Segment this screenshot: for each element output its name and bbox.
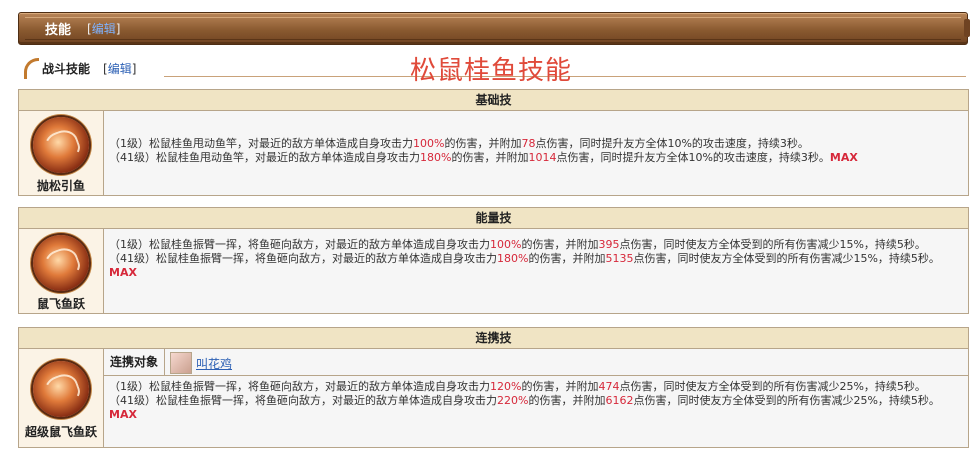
combo-partner-label: 连携对象 <box>104 349 165 375</box>
damage-percent: 220% <box>497 394 529 407</box>
damage-percent: 100% <box>413 137 445 150</box>
damage-percent: 120% <box>490 380 522 393</box>
section-edit: [编辑] <box>103 62 137 76</box>
bonus-damage: 395 <box>598 238 620 251</box>
skill-table-energy: 能量技 鼠飞鱼跃 （1级）松鼠桂鱼振臂一挥，将鱼砸向敌方，对最近的敌方单体造成自… <box>18 207 969 314</box>
banner-title: 技能 <box>45 23 72 38</box>
skill-icon-cell: 超级鼠飞鱼跃 <box>19 349 104 447</box>
partner-name-link[interactable]: 叫花鸡 <box>196 355 232 372</box>
page-heading: 松鼠桂鱼技能 <box>410 56 573 86</box>
skill-level-1-line: （1级）松鼠桂鱼甩动鱼竿，对最近的敌方单体造成自身攻击力100%的伤害，并附加7… <box>109 137 809 150</box>
skill-table-basic: 基础技 抛松引鱼 （1级）松鼠桂鱼甩动鱼竿，对最近的敌方单体造成自身攻击力100… <box>18 89 969 196</box>
skill-level-41-line: （41级）松鼠桂鱼甩动鱼竿，对最近的敌方单体造成自身攻击力180%的伤害，并附加… <box>109 151 858 164</box>
max-badge: MAX <box>829 151 858 164</box>
skill-name: 抛松引鱼 <box>36 179 85 193</box>
skill-icon <box>33 235 89 291</box>
swirl-icon <box>40 126 84 166</box>
max-badge: MAX <box>109 266 137 279</box>
skill-icon <box>33 361 89 417</box>
skill-description: （1级）松鼠桂鱼甩动鱼竿，对最近的敌方单体造成自身攻击力100%的伤害，并附加7… <box>109 137 962 165</box>
damage-percent: 180% <box>497 252 529 265</box>
swirl-icon <box>40 244 84 284</box>
banner-edit: [编辑] <box>87 22 121 36</box>
damage-percent: 100% <box>490 238 522 251</box>
skill-description: （1级）松鼠桂鱼振臂一挥，将鱼砸向敌方，对最近的敌方单体造成自身攻击力120%的… <box>109 380 962 422</box>
skill-level-41-line: （41级）松鼠桂鱼振臂一挥，将鱼砸向敌方，对最近的敌方单体造成自身攻击力180%… <box>109 252 940 279</box>
max-badge: MAX <box>109 408 137 421</box>
skill-name: 超级鼠飞鱼跃 <box>24 425 97 439</box>
skill-level-1-line: （1级）松鼠桂鱼振臂一挥，将鱼砸向敌方，对最近的敌方单体造成自身攻击力100%的… <box>109 238 926 251</box>
skill-level-41-line: （41级）松鼠桂鱼振臂一挥，将鱼砸向敌方，对最近的敌方单体造成自身攻击力220%… <box>109 394 940 421</box>
section-banner: 技能 [编辑] <box>18 12 970 45</box>
skill-level-1-line: （1级）松鼠桂鱼振臂一挥，将鱼砸向敌方，对最近的敌方单体造成自身攻击力120%的… <box>109 380 926 393</box>
section-edit-link[interactable]: 编辑 <box>108 62 132 76</box>
banner-stripe-bottom <box>25 39 961 40</box>
bonus-damage: 6162 <box>605 394 634 407</box>
heading-curve-icon <box>24 58 39 79</box>
skill-icon-cell: 鼠飞鱼跃 <box>19 229 104 313</box>
skill-name: 鼠飞鱼跃 <box>36 297 85 311</box>
skill-table-combo: 连携技 超级鼠飞鱼跃 连携对象 叫花鸡 （1级）松鼠桂鱼振臂一挥，将鱼砸向敌方，… <box>18 327 969 448</box>
damage-percent: 180% <box>420 151 452 164</box>
partner-avatar[interactable] <box>170 352 192 374</box>
bonus-damage: 5135 <box>605 252 634 265</box>
skill-icon-cell: 抛松引鱼 <box>19 111 104 195</box>
skill-description: （1级）松鼠桂鱼振臂一挥，将鱼砸向敌方，对最近的敌方单体造成自身攻击力100%的… <box>109 238 962 280</box>
skill-type-header: 基础技 <box>19 90 968 111</box>
combo-partner-row: 连携对象 叫花鸡 <box>104 349 968 376</box>
section-label: 战斗技能 <box>42 62 91 76</box>
skill-type-header: 连携技 <box>19 328 968 349</box>
skill-type-header: 能量技 <box>19 208 968 229</box>
bonus-damage: 78 <box>521 137 536 150</box>
skill-icon <box>33 117 89 173</box>
bonus-damage: 1014 <box>528 151 557 164</box>
banner-edit-link[interactable]: 编辑 <box>92 22 116 36</box>
swirl-icon <box>40 370 84 410</box>
banner-end-cap <box>964 19 970 37</box>
banner-stripe-top <box>25 17 961 18</box>
bonus-damage: 474 <box>598 380 620 393</box>
